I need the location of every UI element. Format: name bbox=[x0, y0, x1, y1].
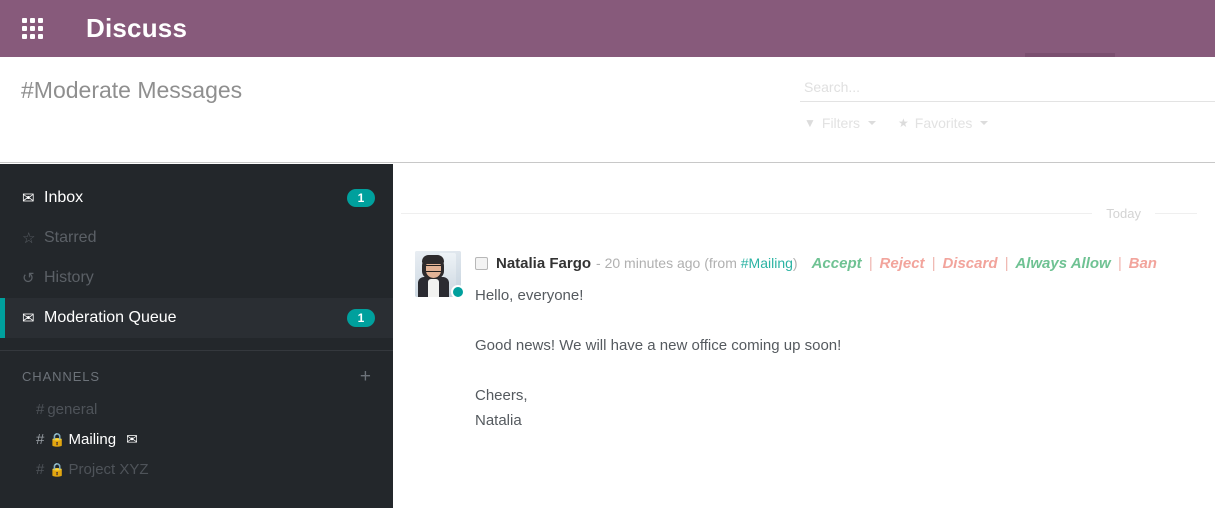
chevron-down-icon bbox=[868, 121, 877, 125]
sidebar-item-label: Moderation Queue bbox=[44, 309, 177, 326]
inbox-tray-icon: ✉ bbox=[22, 189, 35, 207]
hash-icon: # bbox=[36, 400, 45, 418]
inbox-badge: 1 bbox=[347, 189, 375, 207]
message-meta-suffix: ) bbox=[792, 255, 798, 271]
message-channel-link[interactable]: #Mailing bbox=[741, 255, 793, 271]
chevron-down-icon bbox=[980, 121, 989, 125]
message-item: Natalia Fargo - 20 minutes ago (from #Ma… bbox=[393, 221, 1215, 433]
sidebar-item-inbox[interactable]: ✉ Inbox 1 bbox=[0, 178, 393, 218]
sidebar-item-starred[interactable]: ☆ Starred bbox=[0, 218, 393, 258]
filter-funnel-icon: ▼ bbox=[804, 116, 816, 130]
channels-section-header: CHANNELS + bbox=[0, 351, 393, 394]
discard-action[interactable]: Discard bbox=[942, 254, 997, 274]
action-separator: | bbox=[1117, 255, 1122, 272]
sidebar: ✉ Inbox 1 ☆ Starred ↺ History ✉ Moderati… bbox=[0, 164, 393, 508]
day-separator: Today bbox=[401, 206, 1197, 221]
sidebar-item-label: Inbox bbox=[44, 189, 84, 206]
ban-action[interactable]: Ban bbox=[1129, 254, 1157, 274]
breadcrumb[interactable]: #Moderate Messages bbox=[21, 77, 242, 104]
app-title: Discuss bbox=[86, 13, 188, 43]
separator-line bbox=[401, 213, 1093, 214]
moderation-queue-badge: 1 bbox=[347, 309, 375, 327]
message-thread: Today Natalia Fargo - 20 minutes ago (fr… bbox=[393, 164, 1215, 508]
action-separator: | bbox=[931, 255, 936, 272]
accept-action[interactable]: Accept bbox=[812, 254, 862, 274]
channels-title: CHANNELS bbox=[22, 369, 100, 384]
envelope-icon: ✉ bbox=[22, 309, 35, 327]
message-author: Natalia Fargo bbox=[496, 255, 592, 272]
control-panel: #Moderate Messages ▼ Filters ★ Favorites bbox=[0, 57, 1215, 163]
channel-item-project-xyz[interactable]: # 🔒 Project XYZ bbox=[0, 454, 393, 484]
search-dropdown-row: ▼ Filters ★ Favorites bbox=[804, 115, 989, 131]
day-label: Today bbox=[1106, 206, 1141, 221]
discuss-app: Discuss #Moderate Messages ▼ Filters ★ F… bbox=[0, 0, 1215, 508]
message-header: Natalia Fargo - 20 minutes ago (from #Ma… bbox=[475, 253, 1195, 274]
add-channel-icon[interactable]: + bbox=[360, 367, 371, 386]
favorites-dropdown[interactable]: ★ Favorites bbox=[898, 115, 989, 131]
channel-label: Project XYZ bbox=[68, 460, 149, 478]
separator-line bbox=[1155, 213, 1197, 214]
action-separator: | bbox=[1004, 255, 1009, 272]
message-meta: - 20 minutes ago (from #Mailing) bbox=[596, 253, 798, 273]
sidebar-item-moderation-queue[interactable]: ✉ Moderation Queue 1 bbox=[0, 298, 393, 338]
favorites-label: Favorites bbox=[914, 115, 973, 131]
star-outline-icon: ☆ bbox=[22, 229, 36, 247]
online-status-dot bbox=[451, 285, 465, 299]
channel-item-general[interactable]: # general bbox=[0, 394, 393, 424]
action-separator: | bbox=[868, 255, 873, 272]
channel-item-mailing[interactable]: # 🔒 Mailing ✉ bbox=[0, 424, 393, 454]
search-view bbox=[800, 77, 1215, 102]
sidebar-item-label: History bbox=[44, 269, 94, 286]
channel-label: general bbox=[47, 400, 98, 418]
lock-icon: 🔒 bbox=[49, 431, 66, 447]
message-timestamp: - 20 minutes ago (from bbox=[596, 255, 741, 271]
history-clock-icon: ↺ bbox=[22, 269, 35, 287]
avatar bbox=[415, 251, 465, 299]
reject-action[interactable]: Reject bbox=[880, 254, 925, 274]
top-navbar: Discuss bbox=[0, 0, 1215, 57]
search-input[interactable] bbox=[800, 77, 1215, 102]
channel-label: Mailing bbox=[68, 430, 117, 448]
sidebar-item-history[interactable]: ↺ History bbox=[0, 258, 393, 298]
moderation-actions: Accept | Reject | Discard | Always Allow… bbox=[812, 254, 1157, 274]
apps-grid-icon[interactable] bbox=[0, 0, 64, 57]
filters-dropdown[interactable]: ▼ Filters bbox=[804, 115, 877, 131]
star-icon: ★ bbox=[898, 116, 909, 130]
lock-icon: 🔒 bbox=[49, 461, 66, 477]
grid-apps-icon bbox=[21, 18, 43, 39]
message-body: Natalia Fargo - 20 minutes ago (from #Ma… bbox=[475, 251, 1195, 433]
envelope-icon: ✉ bbox=[126, 431, 138, 447]
sidebar-item-label: Starred bbox=[44, 229, 97, 246]
mailbox-list: ✉ Inbox 1 ☆ Starred ↺ History ✉ Moderati… bbox=[0, 164, 393, 338]
always-allow-action[interactable]: Always Allow bbox=[1015, 254, 1110, 274]
filters-label: Filters bbox=[821, 115, 861, 131]
hash-icon: # bbox=[36, 460, 45, 478]
message-text: Hello, everyone! Good news! We will have… bbox=[475, 287, 842, 429]
message-select-checkbox[interactable] bbox=[475, 257, 488, 270]
hash-icon: # bbox=[36, 430, 45, 448]
